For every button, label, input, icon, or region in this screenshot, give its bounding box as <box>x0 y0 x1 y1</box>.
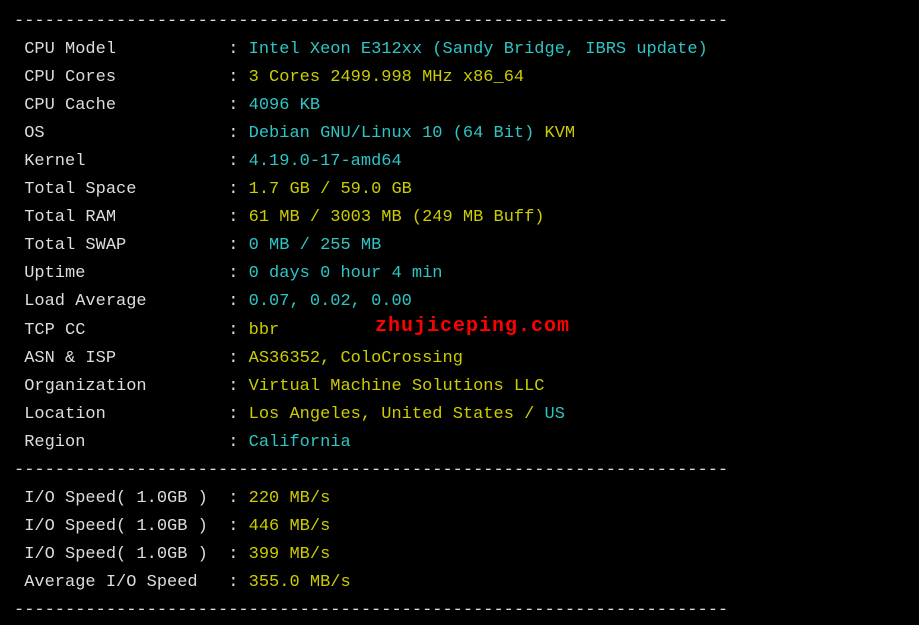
row-value: California <box>249 433 351 452</box>
sysinfo-row: Region : California <box>14 429 905 457</box>
row-label: Total SWAP <box>14 236 218 255</box>
row-colon: : <box>218 180 249 199</box>
row-colon: : <box>218 124 249 143</box>
row-colon: : <box>218 152 249 171</box>
row-label: Average I/O Speed <box>14 573 218 592</box>
row-value: 0 MB / 255 MB <box>249 236 382 255</box>
row-label: Kernel <box>14 152 218 171</box>
row-value: Los Angeles, United States / <box>249 405 545 424</box>
row-colon: : <box>218 68 249 87</box>
row-value: 446 MB/s <box>249 517 331 536</box>
row-colon: : <box>218 349 249 368</box>
row-value: 4.19.0-17-amd64 <box>249 152 402 171</box>
divider-top: ----------------------------------------… <box>14 8 905 36</box>
row-value: Virtual Machine Solutions LLC <box>249 377 545 396</box>
row-label: I/O Speed( 1.0GB ) <box>14 489 218 508</box>
row-value: 355.0 MB/s <box>249 573 351 592</box>
row-label: Total Space <box>14 180 218 199</box>
sysinfo-block: CPU Model : Intel Xeon E312xx (Sandy Bri… <box>14 36 905 457</box>
row-label: ASN & ISP <box>14 349 218 368</box>
row-value: Debian GNU/Linux 10 (64 Bit) <box>249 124 545 143</box>
sysinfo-row: CPU Cache : 4096 KB <box>14 92 905 120</box>
row-value: US <box>545 405 565 424</box>
row-value: bbr <box>249 321 280 340</box>
row-value: 220 MB/s <box>249 489 331 508</box>
sysinfo-row: Location : Los Angeles, United States / … <box>14 401 905 429</box>
sysinfo-row: OS : Debian GNU/Linux 10 (64 Bit) KVM <box>14 120 905 148</box>
sysinfo-row: Total RAM : 61 MB / 3003 MB (249 MB Buff… <box>14 204 905 232</box>
row-label: I/O Speed( 1.0GB ) <box>14 517 218 536</box>
row-label: CPU Cache <box>14 96 218 115</box>
io-speed-block: I/O Speed( 1.0GB ) : 220 MB/s I/O Speed(… <box>14 485 905 597</box>
row-value: 61 MB / 3003 MB (249 MB Buff) <box>249 208 545 227</box>
row-label: OS <box>14 124 218 143</box>
row-colon: : <box>218 517 249 536</box>
row-label: Total RAM <box>14 208 218 227</box>
row-colon: : <box>218 292 249 311</box>
row-label: Uptime <box>14 264 218 283</box>
row-label: Region <box>14 433 218 452</box>
row-colon: : <box>218 236 249 255</box>
row-colon: : <box>218 264 249 283</box>
watermark-text: zhujiceping.com <box>375 310 570 343</box>
row-label: I/O Speed( 1.0GB ) <box>14 545 218 564</box>
row-colon: : <box>218 405 249 424</box>
row-label: Load Average <box>14 292 218 311</box>
row-colon: : <box>218 96 249 115</box>
row-value: 1.7 GB / 59.0 GB <box>249 180 412 199</box>
row-value: 399 MB/s <box>249 545 331 564</box>
sysinfo-row: Total SWAP : 0 MB / 255 MB <box>14 232 905 260</box>
row-colon: : <box>218 40 249 59</box>
row-colon: : <box>218 433 249 452</box>
row-label: Organization <box>14 377 218 396</box>
sysinfo-row: CPU Cores : 3 Cores 2499.998 MHz x86_64 <box>14 64 905 92</box>
row-label: CPU Cores <box>14 68 218 87</box>
row-label: TCP CC <box>14 321 218 340</box>
sysinfo-row: Total Space : 1.7 GB / 59.0 GB <box>14 176 905 204</box>
row-value: Intel Xeon E312xx (Sandy Bridge, IBRS up… <box>249 40 708 59</box>
row-label: CPU Model <box>14 40 218 59</box>
sysinfo-row: Kernel : 4.19.0-17-amd64 <box>14 148 905 176</box>
row-value: 0 days 0 hour 4 min <box>249 264 443 283</box>
row-colon: : <box>218 489 249 508</box>
row-colon: : <box>218 573 249 592</box>
row-colon: : <box>218 321 249 340</box>
row-value: 4096 KB <box>249 96 320 115</box>
io-row: I/O Speed( 1.0GB ) : 220 MB/s <box>14 485 905 513</box>
sysinfo-row: Uptime : 0 days 0 hour 4 min <box>14 260 905 288</box>
row-value: AS36352, ColoCrossing <box>249 349 463 368</box>
row-value: 0.07, 0.02, 0.00 <box>249 292 412 311</box>
divider-bottom: ----------------------------------------… <box>14 597 905 625</box>
row-colon: : <box>218 208 249 227</box>
sysinfo-row: CPU Model : Intel Xeon E312xx (Sandy Bri… <box>14 36 905 64</box>
io-row: Average I/O Speed : 355.0 MB/s <box>14 569 905 597</box>
row-label: Location <box>14 405 218 424</box>
sysinfo-row: ASN & ISP : AS36352, ColoCrossing <box>14 345 905 373</box>
row-value: KVM <box>545 124 576 143</box>
sysinfo-row: Organization : Virtual Machine Solutions… <box>14 373 905 401</box>
io-row: I/O Speed( 1.0GB ) : 399 MB/s <box>14 541 905 569</box>
io-row: I/O Speed( 1.0GB ) : 446 MB/s <box>14 513 905 541</box>
row-value: 3 Cores 2499.998 MHz x86_64 <box>249 68 524 87</box>
divider-middle: ----------------------------------------… <box>14 457 905 485</box>
row-colon: : <box>218 377 249 396</box>
row-colon: : <box>218 545 249 564</box>
